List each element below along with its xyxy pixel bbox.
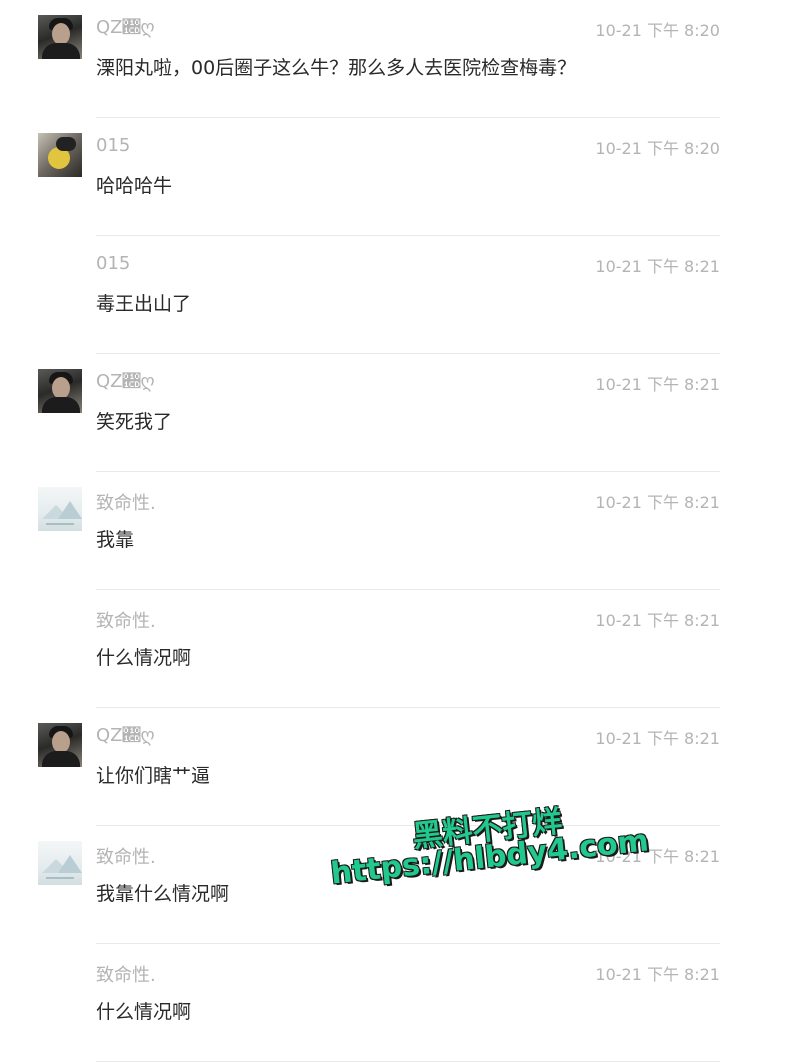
comment-item[interactable]: 致命性. 10-21 下午 8:21 什么情况啊	[0, 944, 800, 1062]
comment-timestamp: 10-21 下午 8:20	[595, 139, 720, 158]
comment-text: 让你们瞎艹逼	[96, 765, 211, 787]
comment-item[interactable]: QZ𐇍ღ 10-21 下午 8:21 笑死我了	[0, 354, 800, 472]
comment-text: 毒王出山了	[96, 293, 192, 315]
comment-text: 什么情况啊	[96, 1001, 192, 1023]
commenter-name[interactable]: 致命性.	[96, 607, 156, 633]
commenter-name[interactable]: 致命性.	[96, 961, 156, 987]
comment-item[interactable]: 致命性. 10-21 下午 8:21 我靠	[0, 472, 800, 590]
avatar[interactable]	[38, 841, 82, 885]
comment-item[interactable]: 015 10-21 下午 8:21 毒王出山了	[0, 236, 800, 354]
avatar[interactable]	[38, 369, 82, 413]
comment-item[interactable]: 015 10-21 下午 8:20 哈哈哈牛	[0, 118, 800, 236]
comment-timestamp: 10-21 下午 8:21	[595, 257, 720, 276]
commenter-name[interactable]: 015	[96, 135, 130, 156]
comment-timestamp: 10-21 下午 8:21	[595, 965, 720, 984]
avatar[interactable]	[38, 15, 82, 59]
commenter-name[interactable]: 致命性.	[96, 489, 156, 515]
comment-item[interactable]: 致命性. 10-21 下午 8:21 什么情况啊	[0, 590, 800, 708]
comment-text: 哈哈哈牛	[96, 175, 173, 197]
commenter-name[interactable]: QZ𐇍ღ	[96, 371, 155, 392]
comment-text: 笑死我了	[96, 411, 173, 433]
commenter-name[interactable]: QZ𐇍ღ	[96, 17, 155, 38]
comment-timestamp: 10-21 下午 8:20	[595, 21, 720, 40]
comment-text: 什么情况啊	[96, 647, 192, 669]
commenter-name[interactable]: 015	[96, 253, 130, 274]
watermark: 黑料不打烊 https://hlbdy4.com	[329, 790, 680, 900]
comment-text: 溧阳丸啦，00后圈子这么牛？那么多人去医院检查梅毒？	[96, 57, 577, 79]
commenter-name[interactable]: QZ𐇍ღ	[96, 725, 155, 746]
commenter-name[interactable]: 致命性.	[96, 843, 156, 869]
comment-timestamp: 10-21 下午 8:21	[595, 611, 720, 630]
avatar[interactable]	[38, 133, 82, 177]
comment-timestamp: 10-21 下午 8:21	[595, 375, 720, 394]
avatar[interactable]	[38, 487, 82, 531]
comment-timestamp: 10-21 下午 8:21	[595, 493, 720, 512]
comment-item[interactable]: QZ𐇍ღ 10-21 下午 8:20 溧阳丸啦，00后圈子这么牛？那么多人去医院…	[0, 0, 800, 118]
comment-text: 我靠	[96, 529, 135, 551]
avatar[interactable]	[38, 723, 82, 767]
comment-text: 我靠什么情况啊	[96, 883, 230, 905]
comment-timestamp: 10-21 下午 8:21	[595, 729, 720, 748]
